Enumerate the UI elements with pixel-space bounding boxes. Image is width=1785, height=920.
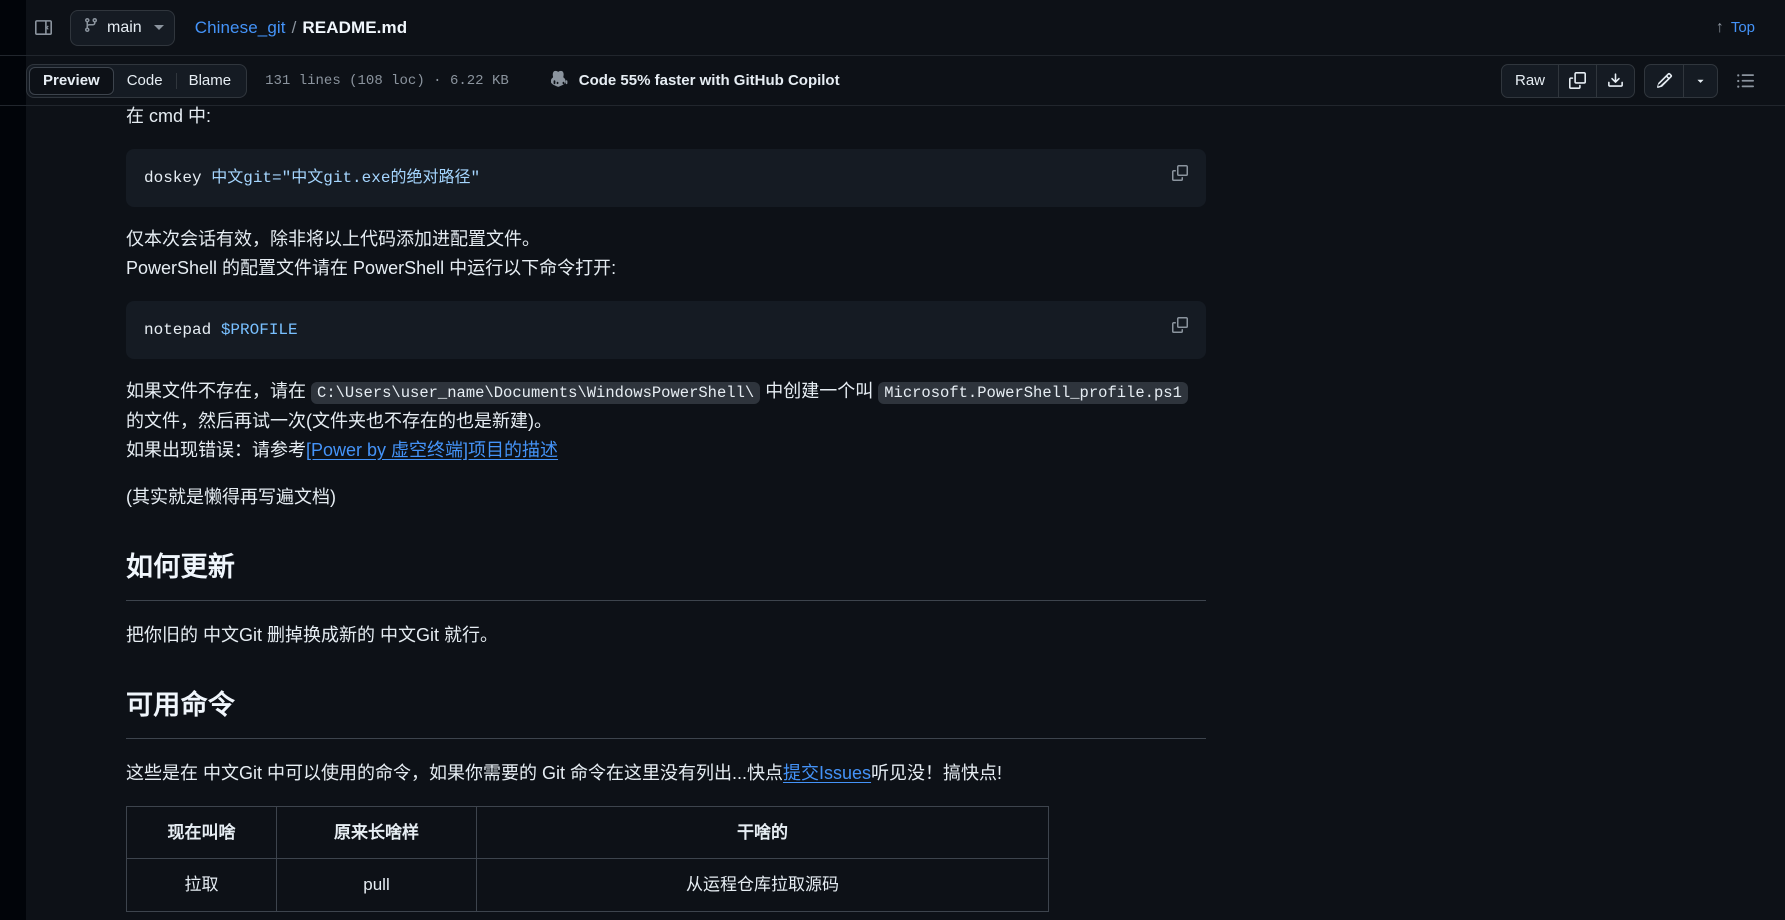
left-gutter xyxy=(0,0,26,55)
tab-blame[interactable]: Blame xyxy=(175,67,245,95)
copy-code-icon[interactable] xyxy=(1164,157,1196,189)
void-terminal-link[interactable]: [Power by 虚空终端]项目的描述 xyxy=(306,440,558,460)
back-to-top-label: Top xyxy=(1730,19,1755,36)
back-to-top-link[interactable]: ↑ Top xyxy=(1708,14,1763,42)
paragraph-update: 把你旧的 中文Git 删掉换成新的 中文Git 就行。 xyxy=(126,624,499,645)
profile-text-1: 如果文件不存在，请在 xyxy=(126,381,306,402)
table-row: 拉取 pull 从运程仓库拉取源码 xyxy=(126,858,1049,912)
commands-table: 现在叫啥 原来长啥样 干啥的 拉取 pull 从运程仓库拉取源码 xyxy=(126,805,1049,912)
table-header-purpose: 干啥的 xyxy=(476,805,1049,860)
top-bar: main Chinese_git / README.md ↑ Top xyxy=(0,0,1785,56)
copy-raw-icon[interactable] xyxy=(1558,64,1596,97)
breadcrumb-file: README.md xyxy=(302,17,408,37)
submit-issues-link[interactable]: 提交Issues xyxy=(783,763,871,783)
breadcrumb: Chinese_git / README.md xyxy=(195,18,408,38)
github-file-view: main Chinese_git / README.md ↑ Top Previ… xyxy=(0,0,1785,920)
commands-table-head: 现在叫啥 原来长啥样 干啥的 xyxy=(126,805,1049,860)
session-line-2: PowerShell 的配置文件请在 PowerShell 中运行以下命令打开: xyxy=(126,258,617,279)
branch-icon xyxy=(83,17,99,38)
copilot-promo[interactable]: Code 55% faster with GitHub Copilot xyxy=(550,69,840,92)
code-command: doskey xyxy=(144,169,212,188)
heading-how-to-update: 如何更新 xyxy=(126,546,1206,601)
content-area: 在 cmd 中: doskey 中文git="中文git.exe的绝对路径" 仅… xyxy=(0,106,1785,920)
copilot-icon xyxy=(550,69,570,92)
arrow-up-icon: ↑ xyxy=(1715,18,1724,36)
inline-code-filename: Microsoft.PowerShell_profile.ps1 xyxy=(878,382,1188,405)
error-text-prefix: 如果出现错误：请参考 xyxy=(126,439,306,460)
sidebar-toggle-icon[interactable] xyxy=(26,11,60,45)
table-cell-old-name: pull xyxy=(276,858,477,912)
file-meta: 131 lines (108 loc) · 6.22 KB xyxy=(265,72,509,89)
toolbar-actions: Raw xyxy=(1500,63,1763,98)
table-cell-purpose: 从运程仓库拉取源码 xyxy=(476,858,1049,912)
outline-list-icon[interactable] xyxy=(1727,64,1763,98)
code-block-notepad: notepad $PROFILE xyxy=(126,301,1206,360)
code-command-notepad: notepad xyxy=(144,321,221,340)
table-header-new-name: 现在叫啥 xyxy=(126,805,277,860)
session-line-1: 仅本次会话有效，除非将以上代码添加进配置文件。 xyxy=(126,229,540,250)
inline-code-path: C:\Users\user_name\Documents\WindowsPowe… xyxy=(311,382,761,405)
breadcrumb-separator: / xyxy=(291,17,297,37)
commands-text-suffix: 听见没！搞快点! xyxy=(871,762,1003,783)
table-cell-new-name: 拉取 xyxy=(126,858,277,912)
table-header-old-name: 原来长啥样 xyxy=(276,805,477,860)
readme-pane: 在 cmd 中: doskey 中文git="中文git.exe的绝对路径" 仅… xyxy=(26,106,1785,920)
breadcrumb-repo-link[interactable]: Chinese_git xyxy=(195,18,286,38)
tab-preview[interactable]: Preview xyxy=(29,66,114,95)
paragraph-session: 仅本次会话有效，除非将以上代码添加进配置文件。 PowerShell 的配置文件… xyxy=(126,225,1206,283)
copy-code-icon-2[interactable] xyxy=(1164,309,1196,341)
edit-pencil-icon[interactable] xyxy=(1645,65,1683,97)
file-toolbar: Preview Code Blame 131 lines (108 loc) ·… xyxy=(0,56,1785,106)
commands-text-prefix: 这些是在 中文Git 中可以使用的命令，如果你需要的 Git 命令在这里没有列出… xyxy=(126,762,784,783)
tab-code[interactable]: Code xyxy=(114,67,176,95)
paragraph-commands: 这些是在 中文Git 中可以使用的命令，如果你需要的 Git 命令在这里没有列出… xyxy=(126,759,1206,788)
profile-text-2: 中创建一个叫 xyxy=(765,381,874,402)
copilot-promo-label: Code 55% faster with GitHub Copilot xyxy=(578,72,840,89)
download-raw-icon[interactable] xyxy=(1596,64,1634,97)
edit-dropdown-icon[interactable] xyxy=(1683,64,1717,97)
code-assign: 中文git= xyxy=(211,169,282,188)
chevron-down-icon xyxy=(153,25,164,30)
table-header-row: 现在叫啥 原来长啥样 干啥的 xyxy=(126,805,1049,860)
left-gutter-toolbar xyxy=(0,56,26,105)
edit-actions-group xyxy=(1644,63,1718,98)
top-bar-right: ↑ Top xyxy=(1708,14,1763,42)
raw-button[interactable]: Raw xyxy=(1502,65,1558,97)
paragraph-lazy: (其实就是懒得再写遍文档) xyxy=(126,486,336,507)
paragraph-profile: 如果文件不存在，请在 C:\Users\user_name\Documents\… xyxy=(126,377,1206,464)
paragraph-cmd: 在 cmd 中: xyxy=(126,106,212,126)
heading-available-commands: 可用命令 xyxy=(126,684,1206,739)
branch-selector[interactable]: main xyxy=(70,9,175,46)
profile-text-3: 的文件，然后再试一次(文件夹也不存在的也是新建)。 xyxy=(126,410,552,431)
code-string: "中文git.exe的绝对路径" xyxy=(281,169,481,188)
branch-name: main xyxy=(107,18,142,36)
code-block-doskey: doskey 中文git="中文git.exe的绝对路径" xyxy=(126,149,1206,208)
raw-actions-group: Raw xyxy=(1500,63,1635,98)
markdown-body: 在 cmd 中: doskey 中文git="中文git.exe的绝对路径" 仅… xyxy=(26,106,1306,912)
view-mode-tabs: Preview Code Blame xyxy=(26,63,248,98)
commands-table-body: 拉取 pull 从运程仓库拉取源码 xyxy=(126,858,1049,912)
code-variable-profile: $PROFILE xyxy=(220,321,298,340)
